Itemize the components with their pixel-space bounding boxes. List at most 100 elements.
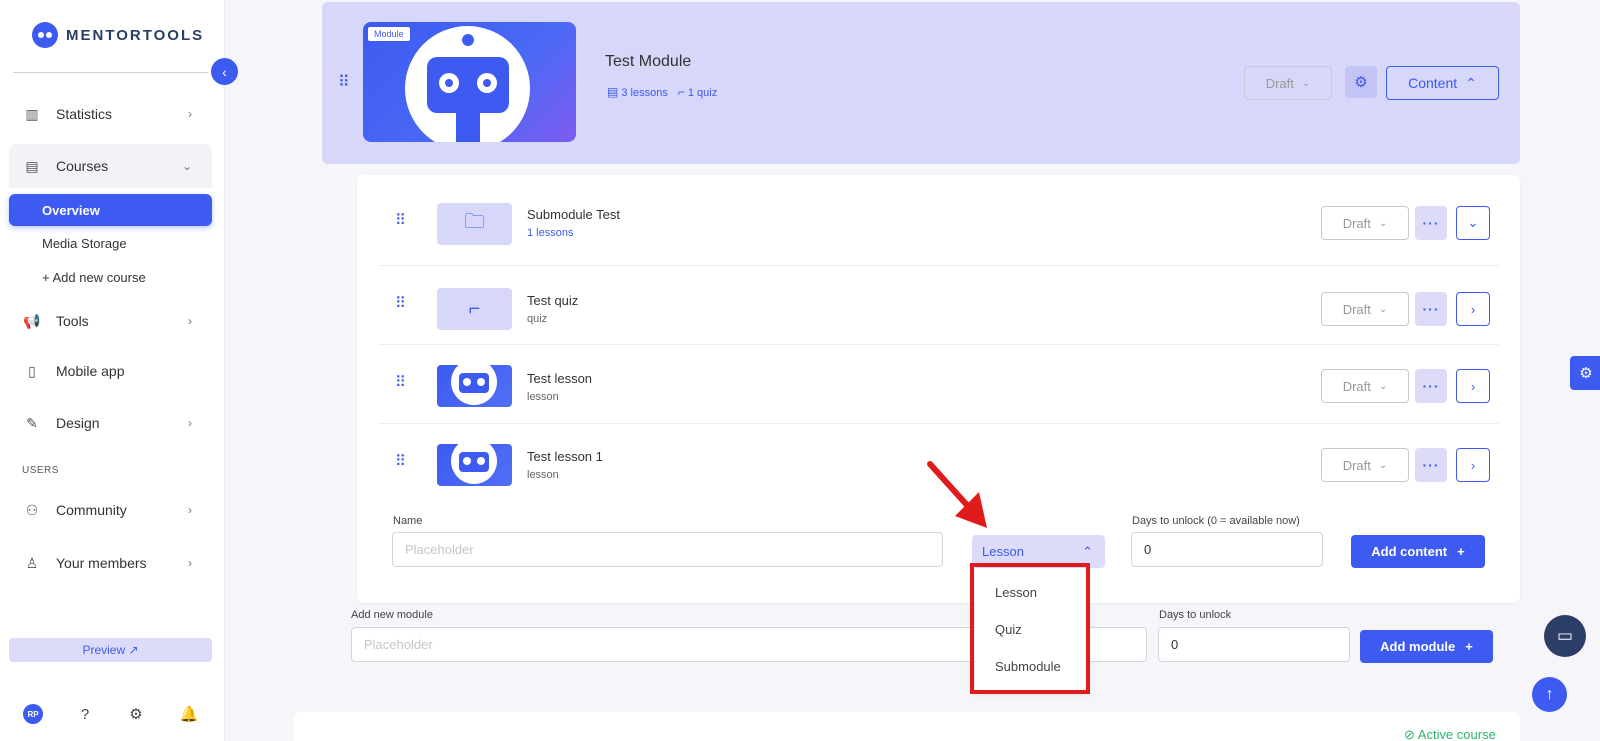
robot-icon (459, 452, 489, 472)
drag-handle-icon[interactable]: ⠿ (338, 72, 350, 92)
days-unlock-input[interactable] (1131, 532, 1323, 567)
chat-button[interactable]: ▭ (1544, 615, 1586, 657)
check-circle-icon: ⊘ (1404, 727, 1418, 741)
robot-body (456, 112, 480, 142)
sidebar-item-mobile-app[interactable]: ▯ Mobile app (9, 349, 212, 393)
book-icon: ▤ (25, 157, 39, 174)
status-label: Draft (1265, 75, 1294, 91)
scroll-top-button[interactable]: ↑ (1532, 677, 1567, 712)
sidebar-subitem-overview[interactable]: Overview (9, 194, 212, 226)
bar-chart-icon: ▥ (25, 105, 39, 122)
name-label: Name (393, 515, 423, 527)
row-subtitle: lesson (527, 469, 559, 481)
chevron-right-icon: › (1470, 457, 1476, 473)
row-title: Submodule Test (527, 207, 620, 222)
active-course-status: ⊘ Active course (1404, 727, 1496, 741)
plus-icon: + (1457, 544, 1465, 559)
avatar[interactable]: RP (23, 704, 43, 724)
people-icon: ⚇ (25, 501, 39, 518)
chevron-up-icon: ⌃ (1082, 543, 1093, 559)
sidebar-item-tools[interactable]: 📢 Tools › (9, 299, 212, 343)
lesson-count: 3 lessons (621, 87, 668, 99)
sidebar-item-community[interactable]: ⚇ Community › (9, 488, 212, 532)
user-icon: ♙ (25, 554, 39, 571)
chevron-down-icon: ⌄ (1301, 77, 1311, 89)
robot-antenna (462, 34, 474, 46)
row-status-select[interactable]: Draft ⌄ (1321, 369, 1409, 403)
content-name-input[interactable] (392, 532, 943, 567)
sidebar-item-statistics[interactable]: ▥ Statistics › (9, 92, 212, 136)
open-button[interactable]: › (1456, 448, 1490, 482)
row-subtitle: quiz (527, 313, 548, 325)
collapse-sidebar-button[interactable]: ‹ (211, 58, 238, 85)
module-days-input[interactable] (1158, 627, 1350, 662)
content-toggle-button[interactable]: Content ⌃ (1386, 66, 1499, 100)
sidebar-subitem-media-storage[interactable]: Media Storage (9, 227, 212, 259)
sidebar-bottom-bar: RP ? ⚙ 🔔 (0, 704, 225, 728)
document-icon: ▤ (607, 85, 619, 99)
annotation-highlight-box (970, 563, 1090, 694)
quiz-count: 1 quiz (687, 87, 718, 99)
status-label: Draft (1342, 215, 1371, 231)
sidebar-item-label: Statistics (56, 106, 113, 122)
gear-icon[interactable]: ⚙ (126, 704, 146, 724)
robot-eye (477, 73, 497, 93)
row-status-select[interactable]: Draft ⌄ (1321, 448, 1409, 482)
quiz-icon: ⌐ (677, 85, 685, 99)
sidebar-item-design[interactable]: ✎ Design › (9, 401, 212, 445)
help-icon[interactable]: ? (75, 704, 95, 724)
bell-icon[interactable]: 🔔 (179, 704, 199, 724)
robot-icon (427, 57, 509, 113)
row-status-select[interactable]: Draft ⌄ (1321, 206, 1409, 240)
add-module-label: Add module (1380, 639, 1456, 654)
open-button[interactable]: › (1456, 369, 1490, 403)
content-row[interactable]: ⠿ Test lesson lesson Draft ⌄ ··· › (379, 345, 1499, 423)
lesson-thumbnail (437, 444, 512, 486)
annotation-arrow-icon (927, 461, 987, 528)
chevron-right-icon: › (188, 314, 192, 328)
content-row[interactable]: ⠿ 🗀 Submodule Test 1 lessons Draft ⌄ ··· … (379, 183, 1499, 261)
content-label: Content (1408, 75, 1458, 91)
chevron-right-icon: › (188, 556, 192, 570)
side-settings-button[interactable]: ⚙ (1570, 356, 1600, 390)
sidebar: MENTORTOOLS ▥ Statistics › ▤ Courses ⌄ O… (0, 0, 225, 741)
drag-handle-icon[interactable]: ⠿ (395, 294, 406, 312)
row-status-select[interactable]: Draft ⌄ (1321, 292, 1409, 326)
add-module-button[interactable]: Add module + (1360, 630, 1493, 663)
more-options-button[interactable]: ··· (1415, 448, 1447, 482)
row-title: Test quiz (527, 293, 579, 308)
chevron-right-icon: › (188, 107, 192, 121)
more-options-button[interactable]: ··· (1415, 292, 1447, 326)
module-thumbnail: Module (363, 22, 576, 142)
chevron-down-icon: ⌄ (181, 159, 192, 173)
chat-icon: ▭ (1556, 626, 1574, 645)
more-options-button[interactable]: ··· (1415, 369, 1447, 403)
brand-logo[interactable]: MENTORTOOLS (32, 22, 204, 48)
open-button[interactable]: › (1456, 292, 1490, 326)
sidebar-item-label: Mobile app (56, 363, 125, 379)
add-content-button[interactable]: Add content + (1351, 535, 1485, 568)
chevron-down-icon: ⌄ (1378, 380, 1388, 392)
quiz-icon: ⌐ (437, 288, 512, 330)
folder-icon: 🗀 (437, 203, 512, 245)
drag-handle-icon[interactable]: ⠿ (395, 211, 406, 229)
more-options-button[interactable]: ··· (1415, 206, 1447, 240)
phone-icon: ▯ (28, 362, 36, 379)
module-status-select[interactable]: Draft ⌄ (1244, 66, 1332, 100)
plus-icon: + (1465, 639, 1473, 654)
drag-handle-icon[interactable]: ⠿ (395, 452, 406, 470)
chevron-right-icon: › (188, 416, 192, 430)
preview-button[interactable]: Preview ↗ (9, 638, 212, 662)
sidebar-item-your-members[interactable]: ♙ Your members › (9, 541, 212, 585)
expand-button[interactable]: ⌄ (1456, 206, 1490, 240)
megaphone-icon: 📢 (23, 312, 41, 329)
row-subtitle[interactable]: 1 lessons (527, 227, 573, 239)
sidebar-subitem-add-course[interactable]: + Add new course (9, 261, 212, 293)
module-settings-button[interactable]: ⚙ (1345, 66, 1377, 98)
drag-handle-icon[interactable]: ⠿ (395, 373, 406, 391)
content-row[interactable]: ⠿ ⌐ Test quiz quiz Draft ⌄ ··· › (379, 266, 1499, 344)
status-label: Draft (1342, 301, 1371, 317)
sidebar-item-courses[interactable]: ▤ Courses ⌄ (9, 144, 212, 188)
sidebar-item-label: Community (56, 502, 127, 518)
chevron-down-icon: ⌄ (1378, 303, 1388, 315)
